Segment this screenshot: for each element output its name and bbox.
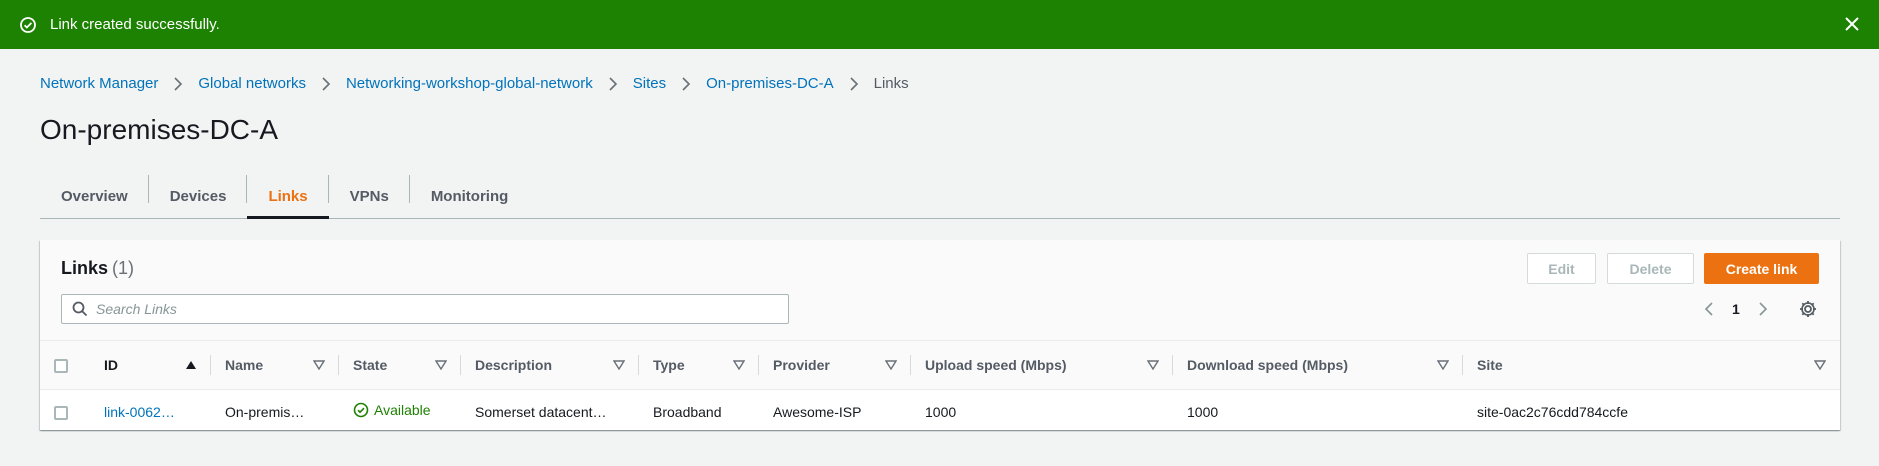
cell-id: link-0062… (90, 390, 211, 434)
sort-caret-icon (1147, 360, 1159, 370)
chevron-left-icon[interactable] (1698, 298, 1720, 320)
column-label: State (353, 357, 388, 373)
edit-button[interactable]: Edit (1527, 253, 1596, 284)
column-header-state[interactable]: State (339, 341, 461, 390)
tab-label: Monitoring (430, 187, 509, 205)
cell-description: Somerset datacent… (475, 403, 607, 420)
link-id-link[interactable]: link-0062… (104, 404, 175, 420)
sort-ascending-icon (185, 360, 197, 370)
active-tab-indicator (247, 216, 329, 219)
column-label: Name (225, 357, 264, 373)
select-all-checkbox[interactable] (54, 359, 68, 374)
links-table-container: Links(1) Edit Delete Create link 1 ID Na… (40, 240, 1840, 430)
pagination: 1 (1698, 298, 1774, 320)
status-available-icon (353, 402, 369, 418)
sort-caret-icon (733, 360, 745, 370)
row-checkbox[interactable] (54, 405, 68, 420)
column-header-id[interactable]: ID (90, 341, 211, 390)
chevron-right-icon (848, 76, 860, 91)
page-title: On-premises-DC-A (40, 114, 279, 145)
tab-label: VPNs (349, 187, 389, 205)
breadcrumb-sites[interactable]: Sites (633, 75, 666, 92)
column-header-provider[interactable]: Provider (759, 341, 911, 390)
search-box (61, 294, 789, 324)
sort-caret-icon (313, 360, 325, 370)
column-label: Upload speed (Mbps) (925, 357, 1067, 373)
column-header-upload-speed[interactable]: Upload speed (Mbps) (911, 341, 1173, 390)
status-text: Available (374, 402, 431, 419)
cell-state: Available (339, 390, 461, 434)
chevron-right-icon (172, 76, 184, 91)
search-icon (72, 301, 88, 317)
cell-download-speed: 1000 (1187, 403, 1219, 420)
table-title-text: Links (61, 258, 109, 278)
column-label: ID (104, 357, 118, 373)
sort-caret-icon (1437, 360, 1449, 370)
column-header-name[interactable]: Name (211, 341, 339, 390)
cell-provider: Awesome-ISP (773, 403, 862, 420)
row-select-cell (40, 390, 90, 434)
tab-links[interactable]: Links (247, 174, 329, 219)
cell-type: Broadband (653, 403, 722, 420)
tab-monitoring[interactable]: Monitoring (410, 174, 529, 218)
column-label: Type (653, 357, 685, 373)
success-flash-bar: Link created successfully. (0, 0, 1879, 49)
links-table: ID Name State Description Type Provider … (40, 340, 1840, 434)
tab-devices[interactable]: Devices (149, 174, 248, 218)
column-header-type[interactable]: Type (639, 341, 759, 390)
chevron-right-icon (320, 76, 332, 91)
breadcrumb-current: Links (873, 75, 909, 92)
chevron-right-icon[interactable] (1752, 298, 1774, 320)
table-title: Links (1) (61, 258, 134, 279)
sort-caret-icon (885, 360, 897, 370)
cell-site: site-0ac2c76cdd784ccfe (1477, 403, 1628, 420)
create-link-button[interactable]: Create link (1704, 253, 1819, 284)
chevron-right-icon (680, 76, 692, 91)
breadcrumb-global-network[interactable]: Networking-workshop-global-network (346, 75, 593, 92)
table-row: link-0062… On-premis… Available Somerset… (40, 390, 1840, 434)
column-label: Site (1477, 357, 1503, 373)
column-header-download-speed[interactable]: Download speed (Mbps) (1173, 341, 1463, 390)
chevron-right-icon (607, 76, 619, 91)
table-count: (1) (112, 258, 135, 278)
delete-button[interactable]: Delete (1607, 253, 1694, 284)
sort-caret-icon (613, 360, 625, 370)
cell-upload-speed: 1000 (925, 403, 957, 420)
close-icon[interactable] (1841, 13, 1863, 35)
breadcrumb-global-networks[interactable]: Global networks (198, 75, 306, 92)
breadcrumb: Network Manager Global networks Networki… (40, 75, 909, 92)
flash-message: Link created successfully. (50, 16, 220, 33)
column-header-description[interactable]: Description (461, 341, 639, 390)
tab-overview[interactable]: Overview (40, 174, 149, 218)
success-circle-icon (18, 15, 38, 35)
breadcrumb-site[interactable]: On-premises-DC-A (706, 75, 834, 92)
tab-label: Devices (169, 187, 227, 205)
gear-icon[interactable] (1798, 299, 1818, 319)
column-label: Description (475, 357, 553, 373)
breadcrumb-network-manager[interactable]: Network Manager (40, 75, 158, 92)
tab-vpns[interactable]: VPNs (329, 174, 411, 218)
tab-label: Overview (61, 187, 128, 205)
sort-caret-icon (435, 360, 447, 370)
table-header-row: ID Name State Description Type Provider … (40, 340, 1840, 390)
column-label: Download speed (Mbps) (1187, 357, 1348, 373)
page-number[interactable]: 1 (1732, 301, 1740, 317)
tab-bar: Overview Devices Links VPNs Monitoring (40, 174, 1840, 219)
column-label: Provider (773, 357, 830, 373)
column-header-site[interactable]: Site (1463, 341, 1840, 390)
tab-label: Links (268, 187, 308, 205)
search-input[interactable] (96, 301, 788, 317)
status-badge: Available (353, 402, 431, 418)
sort-caret-icon (1814, 360, 1826, 370)
select-all-header (40, 341, 90, 390)
cell-name: On-premis… (225, 403, 305, 420)
